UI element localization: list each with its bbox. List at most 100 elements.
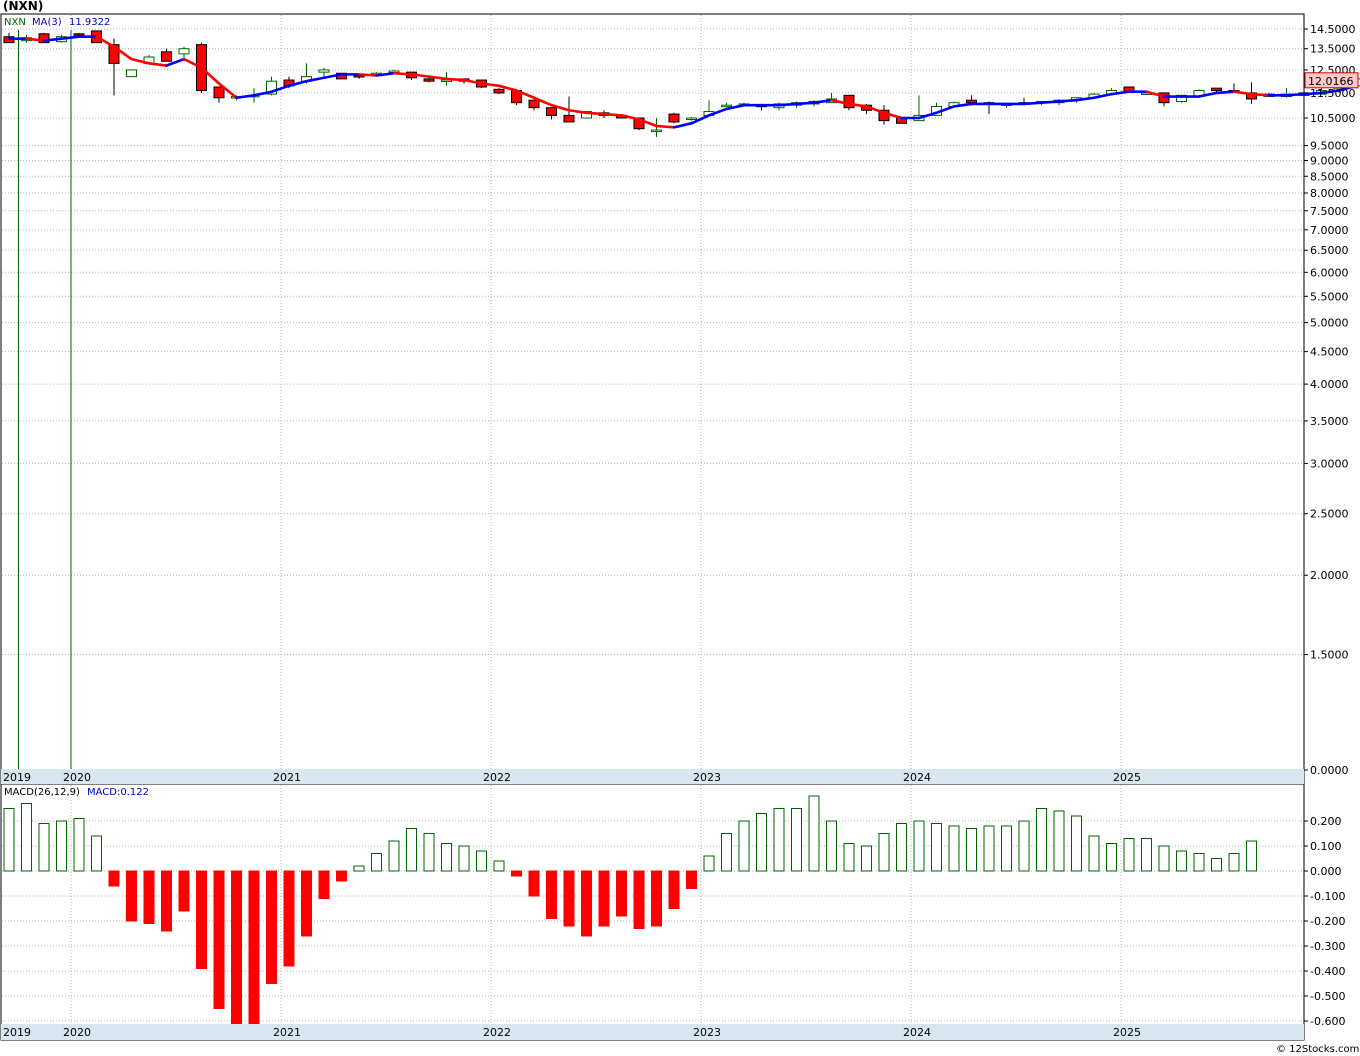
macd-bar-positive <box>1053 810 1065 872</box>
ma-segment <box>1215 90 1236 95</box>
macd-bar-positive <box>1123 838 1135 872</box>
macd-bar-positive <box>458 845 470 872</box>
macd-bar-positive <box>1036 808 1047 872</box>
candle-up <box>318 69 330 73</box>
price-tick-label: 0.0000 <box>1310 764 1349 777</box>
x-label: 2024 <box>903 771 931 784</box>
candle-down <box>563 114 575 123</box>
price-tick-label: 14.5000 <box>1310 23 1356 36</box>
x-label: 2019 <box>3 771 31 784</box>
macd-bar-positive <box>931 823 942 872</box>
macd-bar-negative <box>143 870 155 924</box>
macd-bar-negative <box>633 870 645 929</box>
macd-bar-negative <box>318 870 330 899</box>
ma-segment <box>777 102 798 107</box>
macd-bar-negative <box>546 870 557 919</box>
symbol-legend: NXN <box>4 17 26 28</box>
macd-bar-positive <box>1211 858 1222 872</box>
price-tick-label: 4.5000 <box>1310 346 1349 359</box>
price-tick-label: 1.5000 <box>1310 649 1349 662</box>
macd-bar-negative <box>161 870 172 932</box>
stock-chart: 2019 2020 2021 2022 2023 2024 2025 2019 2020 202… <box>0 0 1360 1055</box>
candle-down <box>668 113 680 123</box>
price-tick-label: 5.5000 <box>1310 290 1349 303</box>
macd-tick-label: -0.300 <box>1310 940 1345 953</box>
macd-value-legend: MACD:0.122 <box>87 787 149 798</box>
ma-segment <box>1040 100 1061 104</box>
macd-bar-positive <box>826 820 837 872</box>
ma-segment <box>602 112 623 117</box>
macd-bar-positive <box>791 808 802 872</box>
macd-bar-positive <box>773 808 785 872</box>
price-tick-label: 3.0000 <box>1310 457 1349 470</box>
macd-bar-positive <box>913 820 925 872</box>
ma-segment <box>445 77 466 82</box>
macd-tick-label: 0.200 <box>1310 815 1342 828</box>
macd-bar-positive <box>388 840 400 872</box>
chart-title: (NXN) <box>3 0 43 13</box>
macd-bar-positive <box>738 820 750 872</box>
ma-segment <box>357 73 378 77</box>
macd-bar-positive <box>353 865 365 872</box>
macd-bar-negative <box>178 870 190 912</box>
macd-bar-negative <box>196 870 207 969</box>
x-label: 2025 <box>1113 1026 1141 1039</box>
price-y-ticks: 14.500013.500012.500011.500010.50009.500… <box>1304 23 1356 777</box>
candle-up <box>686 117 697 120</box>
macd-bar-positive <box>983 825 995 872</box>
macd-bar-negative <box>528 870 540 897</box>
ma-segment <box>1057 98 1078 103</box>
macd-bar-negative <box>283 870 295 967</box>
ma-segment <box>1250 92 1271 97</box>
candle-down <box>161 51 172 62</box>
x-label: 2022 <box>483 1026 511 1039</box>
macd-bar-positive <box>1018 820 1030 872</box>
macd-bar-positive <box>843 843 855 872</box>
candle-down <box>546 107 557 116</box>
macd-y-ticks: 0.200 0.100 0.000 -0.100 -0.200 -0.300 -0.400 -… <box>1304 815 1345 1028</box>
macd-bar-negative <box>581 870 592 937</box>
candle-up <box>178 48 190 55</box>
candle-down <box>966 99 977 104</box>
x-label: 2023 <box>693 771 721 784</box>
candle-up <box>651 129 662 133</box>
macd-tick-label: -0.200 <box>1310 915 1345 928</box>
price-tick-label: 2.0000 <box>1310 569 1349 582</box>
price-tick-label: 7.5000 <box>1310 205 1349 218</box>
x-label: 2020 <box>63 1026 91 1039</box>
macd-bar-positive <box>878 833 890 872</box>
candle-up <box>126 69 137 78</box>
candle-down <box>73 33 85 36</box>
macd-bar-positive <box>1193 853 1205 872</box>
candle-down <box>423 78 435 82</box>
price-tick-label: 5.0000 <box>1310 317 1349 330</box>
macd-tick-label: -0.400 <box>1310 965 1345 978</box>
macd-bar-positive <box>371 853 382 872</box>
macd-tick-label: -0.500 <box>1310 990 1345 1003</box>
macd-bar-positive <box>896 823 907 872</box>
macd-tick-label: -0.100 <box>1310 890 1345 903</box>
macd-bar-positive <box>21 803 32 872</box>
macd-bar-positive <box>73 818 85 872</box>
candle-down <box>843 94 855 109</box>
candle-down <box>528 99 540 109</box>
macd-bar-negative <box>651 870 662 927</box>
macd-bar-negative <box>266 870 277 984</box>
x-label: 2025 <box>1113 771 1141 784</box>
macd-bar-positive <box>441 843 452 872</box>
price-panel <box>0 13 1305 785</box>
x-label: 2021 <box>273 771 301 784</box>
x-label: 2019 <box>3 1026 31 1039</box>
macd-bar-negative <box>668 870 680 909</box>
macd-bar-positive <box>38 823 50 872</box>
candle-down <box>1211 87 1222 92</box>
ma-value-legend: 11.9322 <box>69 17 110 28</box>
macd-bar-positive <box>1228 853 1240 872</box>
macd-bar-positive <box>3 808 15 872</box>
macd-bar-negative <box>511 870 522 877</box>
price-xaxis-strip <box>1 769 1304 784</box>
price-tick-label: 13.5000 <box>1310 43 1356 56</box>
ma-segment <box>795 101 816 106</box>
macd-tick-label: 0.000 <box>1310 865 1342 878</box>
price-tick-label: 7.0000 <box>1310 224 1349 237</box>
